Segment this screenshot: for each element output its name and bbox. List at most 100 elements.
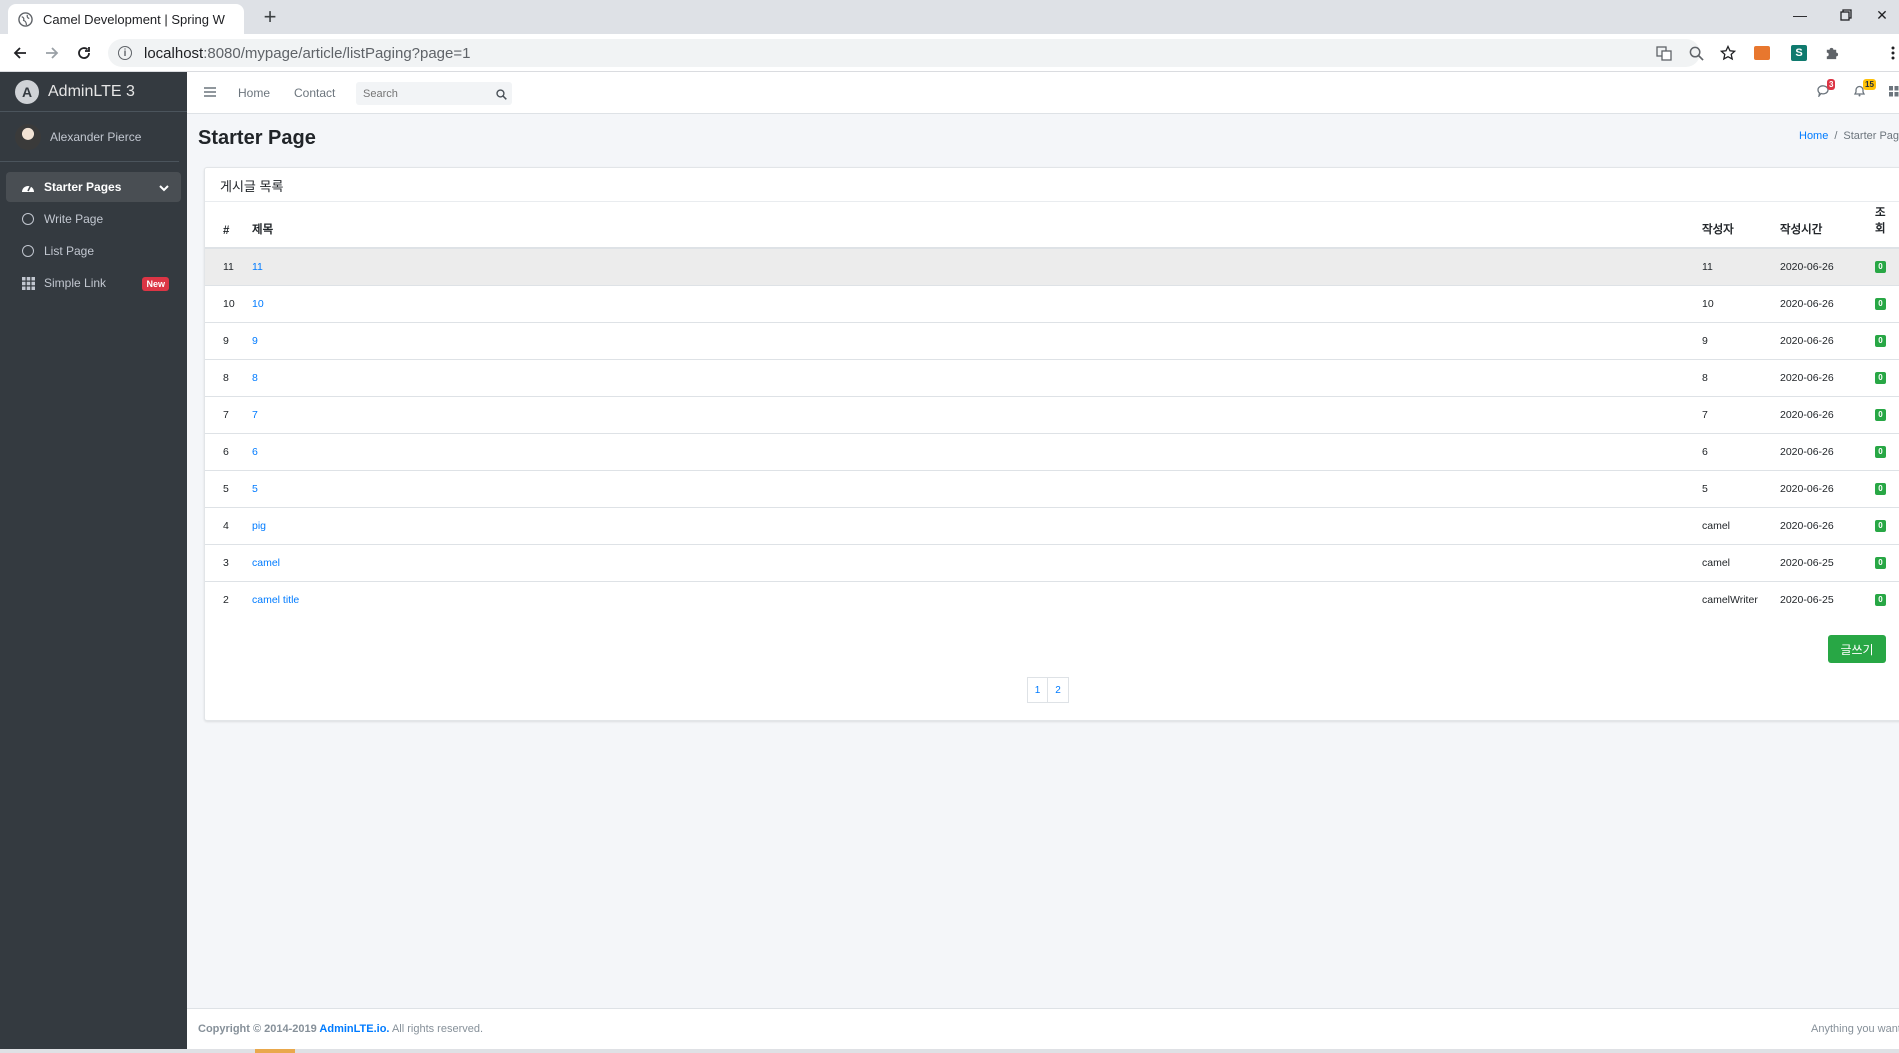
- article-title-link[interactable]: 9: [252, 335, 258, 347]
- table-row: 6 6 6 2020-06-26 0: [205, 432, 1899, 470]
- browser-tab[interactable]: Camel Development | Spring W: [8, 4, 244, 34]
- adminlte-logo-icon: A: [15, 79, 39, 104]
- hamburger-menu-icon[interactable]: [204, 84, 218, 102]
- article-title-link[interactable]: 5: [252, 483, 258, 495]
- browser-toolbar: i localhost:8080/mypage/article/listPagi…: [0, 34, 1899, 72]
- extension-s-icon[interactable]: S: [1790, 44, 1808, 62]
- control-sidebar-grid-icon[interactable]: [1889, 84, 1899, 102]
- address-bar[interactable]: i localhost:8080/mypage/article/listPagi…: [108, 39, 1700, 67]
- breadcrumb: Home / Starter Page: [1799, 130, 1899, 142]
- notifications-bell-icon[interactable]: 15: [1853, 79, 1876, 102]
- article-title-link[interactable]: 6: [252, 446, 258, 458]
- table-row: 5 5 5 2020-06-26 0: [205, 469, 1899, 507]
- search-input[interactable]: [363, 87, 488, 100]
- cell-date: 2020-06-26: [1780, 506, 1875, 544]
- browser-menu-icon[interactable]: [1887, 44, 1899, 62]
- window-close-icon[interactable]: ✕: [1865, 0, 1899, 30]
- column-header-views: 조회: [1875, 203, 1899, 249]
- main-sidebar: A AdminLTE 3 Alexander Pierce Starter Pa…: [0, 72, 187, 1053]
- breadcrumb-home[interactable]: Home: [1799, 130, 1828, 142]
- article-list-card: 게시글 목록 # 제목 작성자 작성시간 조회 11 11 11 2020-06…: [204, 167, 1899, 721]
- chevron-down-icon: [159, 181, 169, 195]
- copyright-text: Copyright © 2014-2019 AdminLTE.io. All r…: [198, 1023, 483, 1035]
- restore-icon[interactable]: [1823, 0, 1869, 30]
- new-badge: New: [142, 277, 169, 291]
- main-footer: Copyright © 2014-2019 AdminLTE.io. All r…: [187, 1008, 1899, 1049]
- globe-icon: [18, 11, 33, 27]
- copyright-prefix: Copyright © 2014-2019: [198, 1023, 320, 1035]
- cell-date: 2020-06-26: [1780, 247, 1875, 285]
- translate-icon[interactable]: [1655, 44, 1673, 62]
- article-title-link[interactable]: pig: [252, 520, 266, 532]
- url-path: :8080/mypage/article/listPaging?page=1: [203, 44, 471, 62]
- table-row: 2 camel title camelWriter 2020-06-25 0: [205, 580, 1899, 618]
- taskbar-edge: [0, 1049, 1899, 1053]
- views-badge: 0: [1875, 298, 1886, 310]
- sidebar-item-write-page[interactable]: Write Page: [6, 204, 181, 234]
- messages-count-badge: 3: [1827, 79, 1836, 90]
- circle-icon: [22, 245, 34, 257]
- minimize-icon[interactable]: —: [1777, 0, 1823, 30]
- cell-date: 2020-06-26: [1780, 358, 1875, 396]
- cell-date: 2020-06-26: [1780, 395, 1875, 433]
- browser-tab-strip: Camel Development | Spring W + — ✕: [0, 0, 1899, 34]
- column-header-writer: 작성자: [1702, 203, 1780, 249]
- cell-number: 2: [205, 580, 252, 618]
- cell-date: 2020-06-26: [1780, 321, 1875, 359]
- reload-icon[interactable]: [72, 41, 96, 65]
- back-arrow-icon[interactable]: [8, 41, 32, 65]
- views-badge: 0: [1875, 594, 1886, 607]
- cell-number: 5: [205, 469, 252, 507]
- cell-date: 2020-06-25: [1780, 580, 1875, 618]
- navbar-search: [356, 82, 512, 105]
- article-title-link[interactable]: 8: [252, 372, 258, 384]
- extension-rx-icon[interactable]: [1753, 44, 1771, 62]
- views-badge: 0: [1875, 557, 1886, 569]
- article-title-link[interactable]: 11: [252, 261, 263, 273]
- zoom-icon[interactable]: [1687, 44, 1705, 62]
- sidebar-item-label: Starter Pages: [44, 180, 122, 194]
- cell-number: 10: [205, 284, 252, 322]
- article-title-link[interactable]: camel: [252, 557, 280, 569]
- views-badge: 0: [1875, 520, 1886, 532]
- table-row: 4 pig camel 2020-06-26 0: [205, 506, 1899, 544]
- views-badge: 0: [1875, 409, 1886, 421]
- bookmark-star-icon[interactable]: [1719, 44, 1737, 62]
- user-panel[interactable]: Alexander Pierce: [0, 112, 179, 162]
- article-title-link[interactable]: 10: [252, 298, 264, 310]
- views-badge: 0: [1875, 261, 1886, 274]
- sidebar-item-list-page[interactable]: List Page: [6, 236, 181, 266]
- copyright-suffix: All rights reserved.: [389, 1023, 484, 1035]
- browser-tab-title: Camel Development | Spring W: [43, 11, 225, 27]
- column-header-views-label: 조회: [1875, 207, 1886, 235]
- extensions-puzzle-icon[interactable]: [1822, 44, 1840, 62]
- cell-writer: 5: [1702, 469, 1780, 507]
- adminlte-link[interactable]: AdminLTE.io.: [319, 1023, 389, 1035]
- column-header-number: #: [205, 203, 252, 249]
- cell-writer: 9: [1702, 321, 1780, 359]
- cell-number: 4: [205, 506, 252, 544]
- new-tab-plus-icon[interactable]: +: [258, 5, 282, 29]
- taskbar-highlight: [255, 1049, 295, 1053]
- search-icon[interactable]: [496, 87, 507, 105]
- page-link-1[interactable]: 1: [1027, 677, 1048, 703]
- messages-comments-icon[interactable]: 3: [1817, 79, 1836, 102]
- sidebar-item-starter-pages[interactable]: Starter Pages: [6, 172, 181, 202]
- breadcrumb-current: Starter Page: [1843, 130, 1899, 142]
- article-title-link[interactable]: 7: [252, 409, 258, 421]
- footer-right-text: Anything you want: [1811, 1023, 1899, 1035]
- site-info-icon[interactable]: i: [118, 46, 132, 60]
- page-title: Starter Page: [198, 127, 316, 149]
- brand-link[interactable]: A AdminLTE 3: [0, 72, 187, 112]
- column-header-title: 제목: [252, 203, 1702, 249]
- cell-writer: 11: [1702, 247, 1780, 285]
- sidebar-item-simple-link[interactable]: Simple Link New: [6, 268, 181, 298]
- article-title-link[interactable]: camel title: [252, 594, 299, 606]
- nav-link-home[interactable]: Home: [238, 86, 270, 100]
- table-row: 10 10 10 2020-06-26 0: [205, 284, 1899, 322]
- page-link-2[interactable]: 2: [1048, 677, 1069, 703]
- nav-link-contact[interactable]: Contact: [294, 86, 335, 100]
- forward-arrow-icon[interactable]: [40, 41, 64, 65]
- write-article-button[interactable]: 글쓰기: [1828, 635, 1886, 663]
- cell-writer: camel: [1702, 506, 1780, 544]
